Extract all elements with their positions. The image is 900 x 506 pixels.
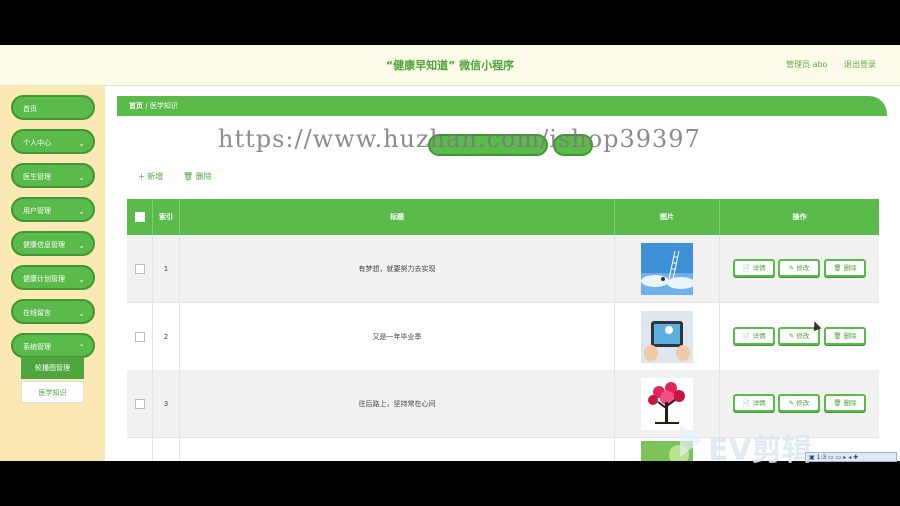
header-index: 索引 <box>153 199 180 235</box>
admin-label[interactable]: 管理员 abo <box>786 60 827 69</box>
sidebar-item-label: 健康信息管理 <box>23 241 65 249</box>
header-actions: 操作 <box>792 213 807 221</box>
watermark-text: https://www.huzhan.com/ishop39397 <box>218 125 701 153</box>
chevron-down-icon: ⌄ <box>78 173 85 182</box>
header-select-all[interactable] <box>127 199 153 235</box>
submenu-medical-knowledge[interactable]: 医学知识 <box>21 381 84 403</box>
row-select[interactable] <box>127 437 153 461</box>
row-title: 有梦想，就要努力去实现 <box>180 235 615 302</box>
row-image-cell <box>615 303 720 370</box>
row-title <box>180 437 615 461</box>
breadcrumb-separator: / <box>145 102 148 110</box>
sidebar-item-label: 在线留言 <box>23 309 51 317</box>
edit-button[interactable]: ✎ 修改 <box>778 259 820 277</box>
player-toolbar[interactable]: ▣ 1:3 ▭ ▭ ▸ ◂ ✚ <box>805 452 897 462</box>
row-index <box>153 437 180 461</box>
edit-button[interactable]: ✎ 修改 <box>778 394 820 412</box>
row-index: 2 <box>153 303 180 370</box>
checkbox[interactable] <box>134 398 145 409</box>
chevron-down-icon: ⌄ <box>78 139 85 148</box>
top-bar: “健康早知道” 微信小程序 管理员 abo 退出登录 <box>0 45 900 86</box>
header-image: 图片 <box>615 199 720 235</box>
checkbox[interactable] <box>134 331 145 342</box>
add-button[interactable]: + 新增 <box>138 171 163 182</box>
delete-button[interactable]: 🗑 删除 <box>824 327 866 345</box>
chevron-down-icon: ⌄ <box>78 207 85 216</box>
sidebar-item-health-info[interactable]: 健康信息管理 ⌄ <box>11 231 95 256</box>
row-index: 3 <box>153 370 180 437</box>
row-select[interactable] <box>127 370 153 437</box>
row-title: 往后路上，坚持常在心间 <box>180 370 615 437</box>
sidebar-item-label: 首页 <box>23 105 37 113</box>
breadcrumb-home[interactable]: 首页 <box>129 102 143 110</box>
app-title: “健康早知道” 微信小程序 <box>385 59 515 72</box>
row-image-cell <box>615 370 720 437</box>
table-row: 1 有梦想，就要努力去实现 📄 详情 ✎ 修改 🗑 删除 <box>127 235 879 303</box>
heart-tree-image[interactable] <box>641 377 693 430</box>
tablet-hands-image[interactable] <box>641 310 693 363</box>
delete-button[interactable]: 🗑 删除 <box>824 259 866 277</box>
checkbox[interactable] <box>134 263 145 274</box>
row-index: 1 <box>153 235 180 302</box>
sidebar-item-label: 系统管理 <box>23 343 51 351</box>
row-image-cell <box>615 235 720 302</box>
chevron-down-icon: ⌄ <box>78 241 85 250</box>
checkbox[interactable] <box>134 212 145 222</box>
sidebar-item-home[interactable]: 首页 <box>11 95 95 120</box>
ev-logo-play-icon <box>680 425 702 457</box>
row-image-cell <box>615 437 720 461</box>
detail-button[interactable]: 📄 详情 <box>733 327 775 345</box>
detail-button[interactable]: 📄 详情 <box>733 259 775 277</box>
table-row: 2 又是一年毕业季 📄 详情 ✎ 修改 🗑 删除 <box>127 303 879 371</box>
detail-button[interactable]: 📄 详情 <box>733 394 775 412</box>
sidebar-item-doctors[interactable]: 医生管理 ⌄ <box>11 163 95 188</box>
row-select[interactable] <box>127 303 153 370</box>
top-links: 管理员 abo 退出登录 <box>772 59 876 70</box>
breadcrumb-current: 医学知识 <box>149 102 178 110</box>
sidebar-item-label: 用户管理 <box>23 207 51 215</box>
header-title: 标题 <box>180 199 615 235</box>
sidebar-item-users[interactable]: 用户管理 ⌄ <box>11 197 95 222</box>
submenu-carousel[interactable]: 轮播图管理 <box>21 357 84 379</box>
breadcrumb: 首页 / 医学知识 <box>117 96 887 116</box>
sidebar-item-personal-center[interactable]: 个人中心 ⌄ <box>11 129 95 154</box>
row-actions: 📄 详情 ✎ 修改 🗑 删除 <box>720 303 879 370</box>
app-screen: “健康早知道” 微信小程序 管理员 abo 退出登录 首页 个人中心 ⌄ 医生管理… <box>0 45 900 461</box>
sky-ladder-image[interactable] <box>641 242 693 295</box>
sidebar-item-label: 个人中心 <box>23 139 51 147</box>
row-select[interactable] <box>127 235 153 302</box>
delete-button[interactable]: 🗑 删除 <box>824 394 866 412</box>
sidebar-item-health-plan[interactable]: 健康计划管理 ⌄ <box>11 265 95 290</box>
row-actions: 📄 详情 ✎ 修改 🗑 删除 <box>720 235 879 302</box>
sidebar-item-label: 医生管理 <box>23 173 51 181</box>
row-title: 又是一年毕业季 <box>180 303 615 370</box>
bulk-delete-button[interactable]: 🗑 删除 <box>183 171 212 182</box>
sidebar-item-messages[interactable]: 在线留言 ⌄ <box>11 299 95 324</box>
sidebar-item-label: 健康计划管理 <box>23 275 65 283</box>
chevron-down-icon: ⌄ <box>78 275 85 284</box>
sidebar-item-system[interactable]: 系统管理 ⌃ <box>11 333 95 358</box>
table-header: 索引 标题 图片 操作 <box>127 199 879 235</box>
chevron-down-icon: ⌄ <box>78 309 85 318</box>
sidebar: 首页 个人中心 ⌄ 医生管理 ⌄ 用户管理 ⌄ 健康信息管理 ⌄ 健康计划管理 ⌄ 在线留… <box>0 86 105 461</box>
logout-link[interactable]: 退出登录 <box>844 60 876 69</box>
ev-logo: EV剪辑 <box>708 433 812 468</box>
